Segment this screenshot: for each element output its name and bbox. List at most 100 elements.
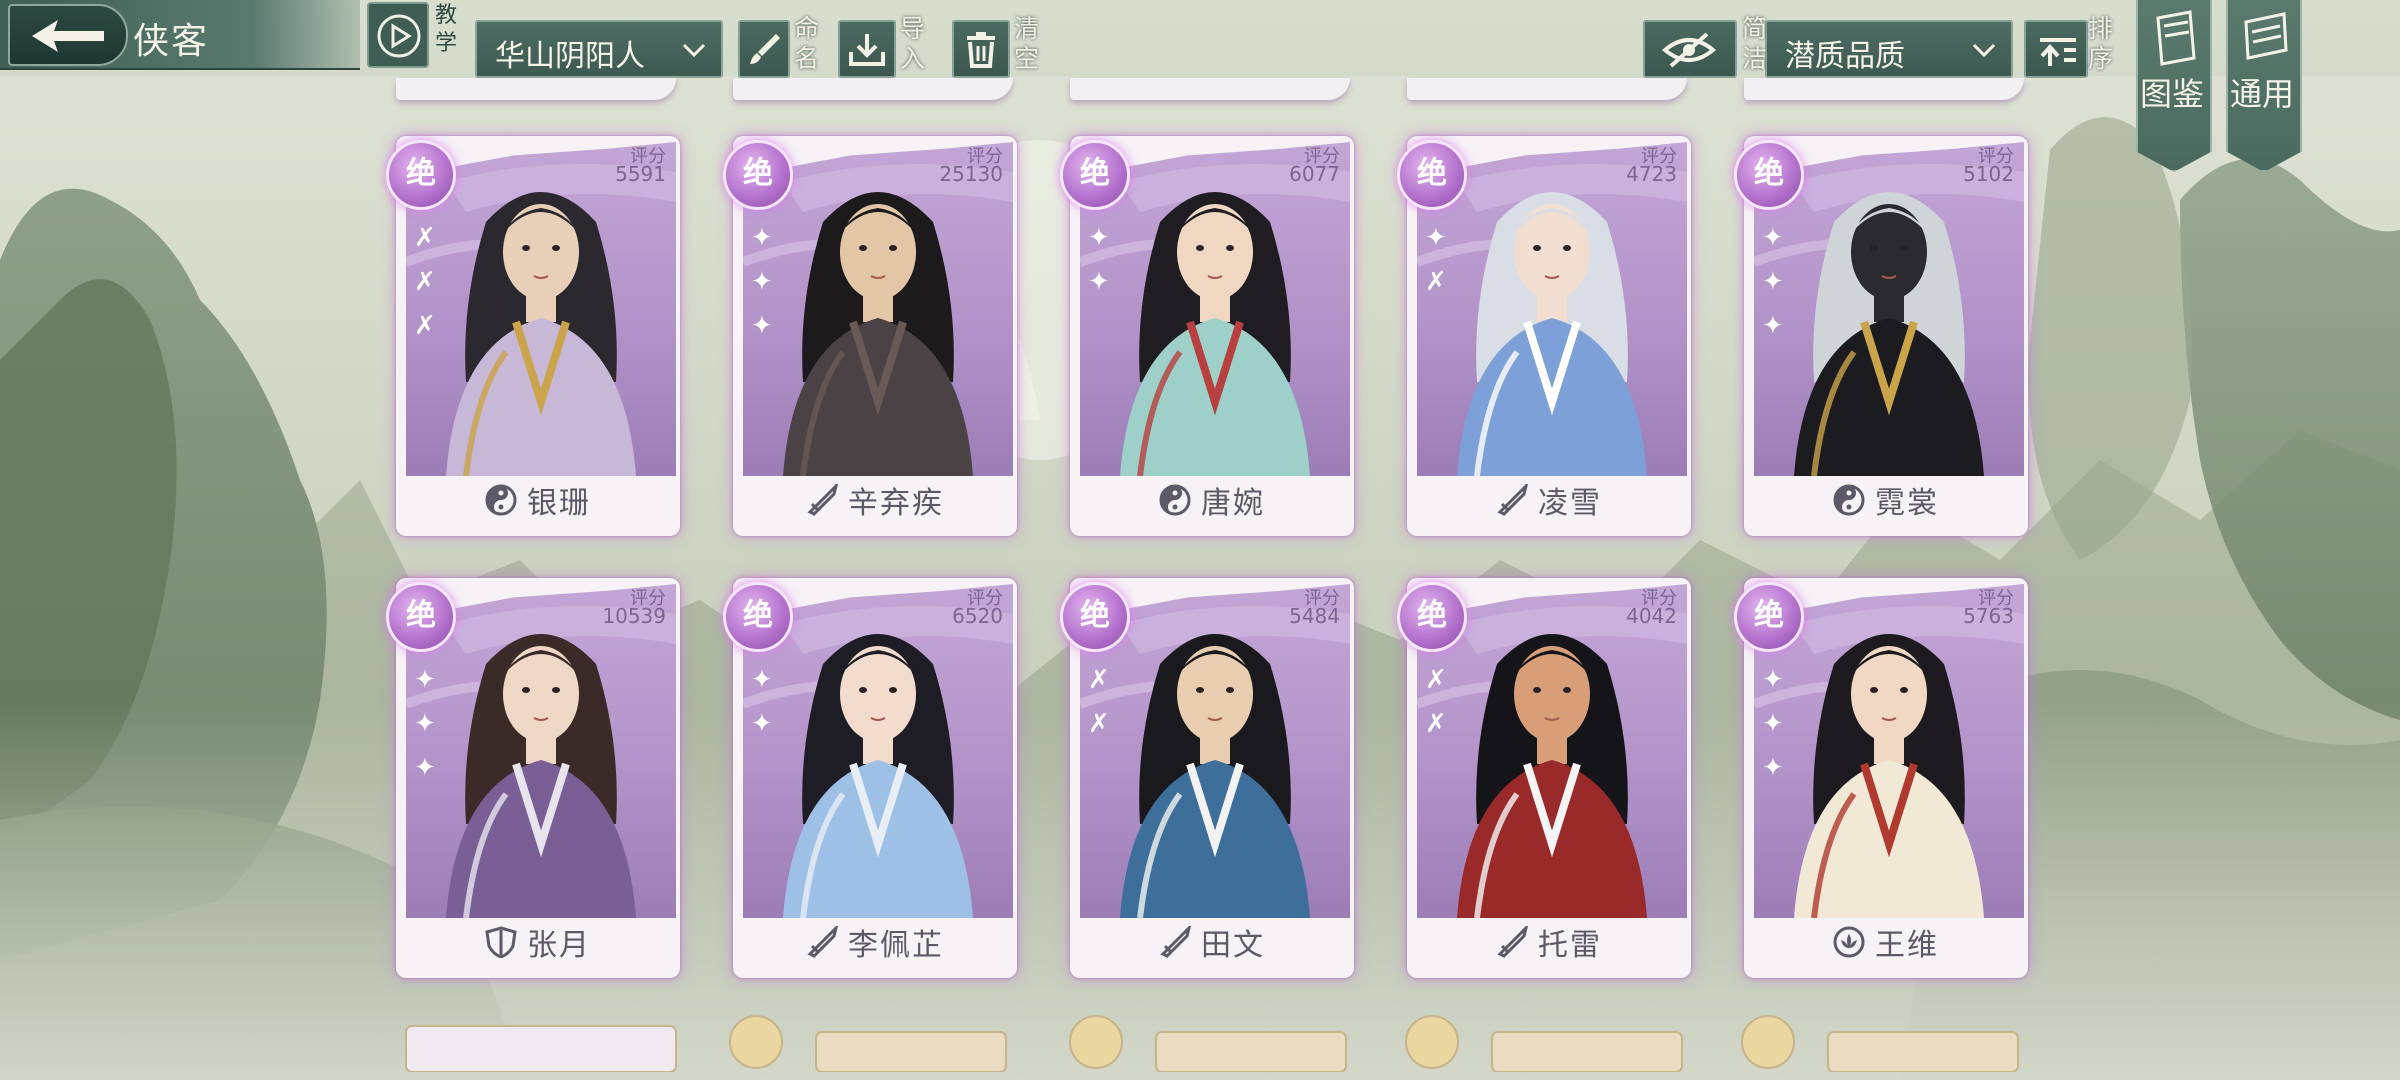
lotus-icon xyxy=(1833,926,1865,958)
character-name: 张月 xyxy=(527,928,591,963)
rating-value: 6077 xyxy=(1289,162,1340,186)
back-arrow-icon xyxy=(32,20,104,52)
dagger-marker-icon: ✦ xyxy=(414,665,436,695)
character-name-row: 李佩芷 xyxy=(733,920,1017,974)
previous-row-card[interactable] xyxy=(733,78,1013,100)
dagger-marker-icon: ✗ xyxy=(1425,665,1447,695)
dagger-marker-icon: ✦ xyxy=(1762,223,1784,253)
general-label: 通用 xyxy=(2230,75,2295,113)
trash-icon xyxy=(967,32,995,68)
rating-value: 6520 xyxy=(952,604,1003,628)
character-name-row: 银珊 xyxy=(396,478,680,532)
previous-row-card[interactable] xyxy=(1407,78,1687,100)
chevron-down-icon xyxy=(1972,43,1996,58)
star-markers: ✦ ✦ ✦ xyxy=(404,658,444,792)
sort-button[interactable] xyxy=(2024,20,2088,78)
sword-icon xyxy=(1497,926,1528,958)
download-icon xyxy=(849,34,885,66)
eye-hidden-icon xyxy=(1661,32,1717,68)
star-markers: ✗ ✗ xyxy=(1078,658,1118,748)
grade-badge: 绝 xyxy=(723,582,793,652)
dagger-marker-icon: ✦ xyxy=(751,267,773,297)
dagger-marker-icon: ✗ xyxy=(414,267,436,297)
sort-label: 排序 xyxy=(2088,14,2114,73)
dagger-marker-icon: ✦ xyxy=(1088,223,1110,253)
dagger-marker-icon: ✗ xyxy=(414,311,436,341)
sword-icon xyxy=(807,926,838,958)
character-name-row: 田文 xyxy=(1070,920,1354,974)
rating-value: 5484 xyxy=(1289,604,1340,628)
grade-badge: 绝 xyxy=(723,140,793,210)
character-name-row: 唐婉 xyxy=(1070,478,1354,532)
yin-yang-icon xyxy=(485,484,517,516)
brief-view-button[interactable] xyxy=(1643,20,1737,78)
character-card[interactable]: 评分 5591 绝 ✗ ✗ ✗ 银珊 xyxy=(386,136,680,536)
grade-badge: 绝 xyxy=(386,140,456,210)
character-name: 唐婉 xyxy=(1201,486,1265,521)
rating-value: 25130 xyxy=(939,162,1003,186)
next-row-cards[interactable] xyxy=(396,1012,2036,1072)
import-button[interactable] xyxy=(838,20,896,78)
clear-label: 清空 xyxy=(1014,14,1040,73)
character-card[interactable]: 评分 4723 绝 ✦ ✗ 凌雪 xyxy=(1397,136,1691,536)
name-label: 命名 xyxy=(794,14,820,73)
character-card[interactable]: 评分 10539 绝 ✦ ✦ ✦ 张月 xyxy=(386,578,680,978)
tutorial-label: 教学 xyxy=(435,3,458,56)
grade-badge: 绝 xyxy=(386,582,456,652)
character-card[interactable]: 评分 6077 绝 ✦ ✦ 唐婉 xyxy=(1060,136,1354,536)
dagger-marker-icon: ✦ xyxy=(751,665,773,695)
character-card[interactable]: 评分 6520 绝 ✦ ✦ 李佩芷 xyxy=(723,578,1017,978)
grade-badge: 绝 xyxy=(1060,582,1130,652)
page-title: 侠客 xyxy=(133,21,210,62)
character-name-row: 王维 xyxy=(1744,920,2028,974)
rating-value: 4723 xyxy=(1626,162,1677,186)
character-name: 田文 xyxy=(1201,928,1265,963)
codex-label: 图鉴 xyxy=(2140,75,2205,113)
star-markers: ✗ ✗ xyxy=(1415,658,1455,748)
faction-filter-dropdown[interactable]: 华山阴阳人 xyxy=(475,20,723,78)
grade-badge: 绝 xyxy=(1734,582,1804,652)
character-name: 凌雪 xyxy=(1538,486,1602,521)
dagger-marker-icon: ✦ xyxy=(751,223,773,253)
character-name-row: 张月 xyxy=(396,920,680,974)
character-name-row: 辛弃疾 xyxy=(733,478,1017,532)
star-markers: ✦ ✦ ✦ xyxy=(741,216,781,350)
dagger-marker-icon: ✦ xyxy=(1762,665,1784,695)
previous-row-card[interactable] xyxy=(396,78,676,100)
dagger-marker-icon: ✦ xyxy=(751,709,773,739)
faction-filter-value: 华山阴阳人 xyxy=(495,39,645,74)
tutorial-button[interactable] xyxy=(367,2,429,68)
shield-icon xyxy=(485,926,517,958)
sword-icon xyxy=(1497,484,1528,516)
rating-value: 5102 xyxy=(1963,162,2014,186)
clear-button[interactable] xyxy=(952,20,1010,78)
rating-value: 4042 xyxy=(1626,604,1677,628)
previous-row-card[interactable] xyxy=(1744,78,2024,100)
previous-row-card[interactable] xyxy=(1070,78,1350,100)
grade-badge: 绝 xyxy=(1397,582,1467,652)
dagger-marker-icon: ✗ xyxy=(1088,709,1110,739)
character-card[interactable]: 评分 5763 绝 ✦ ✦ ✦ 王维 xyxy=(1734,578,2028,978)
character-card[interactable]: 评分 25130 绝 ✦ ✦ ✦ 辛弃疾 xyxy=(723,136,1017,536)
sort-ascending-icon xyxy=(2040,38,2076,66)
character-card[interactable]: 评分 4042 绝 ✗ ✗ 托雷 xyxy=(1397,578,1691,978)
rating-value: 10539 xyxy=(602,604,666,628)
name-button[interactable] xyxy=(738,20,790,78)
rating-value: 5763 xyxy=(1963,604,2014,628)
character-card[interactable]: 评分 5484 绝 ✗ ✗ 田文 xyxy=(1060,578,1354,978)
star-markers: ✦ ✗ xyxy=(1415,216,1455,306)
dagger-marker-icon: ✗ xyxy=(1088,665,1110,695)
quality-sort-dropdown[interactable]: 潜质品质 xyxy=(1765,20,2013,78)
character-name-row: 托雷 xyxy=(1407,920,1691,974)
dagger-marker-icon: ✗ xyxy=(1425,709,1447,739)
scroll-icon xyxy=(2244,12,2288,60)
book-icon xyxy=(2156,10,2196,66)
character-card[interactable]: 评分 5102 绝 ✦ ✦ ✦ 霓裳 xyxy=(1734,136,2028,536)
character-name: 李佩芷 xyxy=(848,928,944,963)
dagger-marker-icon: ✗ xyxy=(414,223,436,253)
back-button[interactable] xyxy=(8,4,128,66)
character-name-row: 霓裳 xyxy=(1744,478,2028,532)
grade-badge: 绝 xyxy=(1397,140,1467,210)
dagger-marker-icon: ✦ xyxy=(1762,753,1784,783)
dagger-marker-icon: ✦ xyxy=(1762,267,1784,297)
